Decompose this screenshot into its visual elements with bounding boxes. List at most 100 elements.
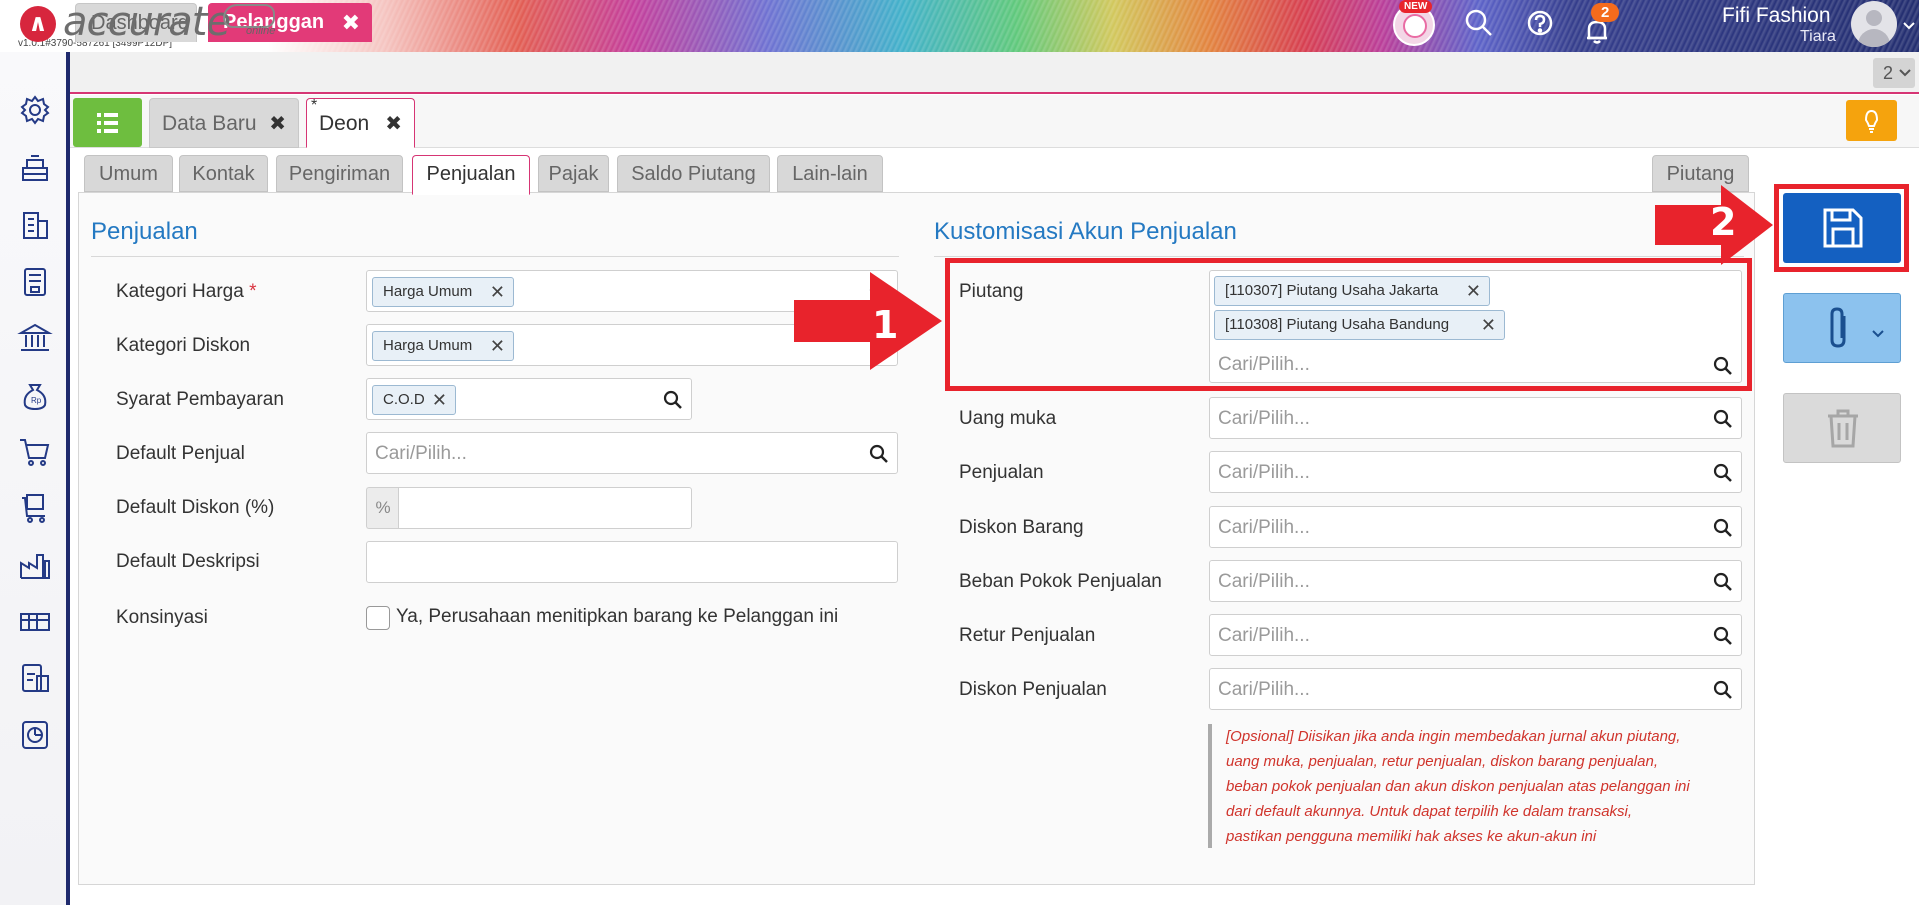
notification-count-badge: 2: [1591, 3, 1620, 22]
label-kategori-harga: Kategori Harga *: [116, 281, 256, 303]
tab-penjualan[interactable]: Penjualan: [412, 155, 530, 195]
chip-harga-umum: Harga Umum ✕: [372, 331, 514, 361]
factory-icon[interactable]: [17, 547, 53, 583]
label-retur-penjualan: Retur Penjualan: [959, 625, 1096, 646]
search-icon[interactable]: [1713, 409, 1733, 429]
tips-button[interactable]: [1846, 100, 1897, 141]
logo-text: accurate: [63, 0, 231, 45]
tab-pajak[interactable]: Pajak: [538, 155, 609, 192]
remove-chip-icon[interactable]: ✕: [490, 332, 505, 360]
annotation-arrow-1: [794, 272, 942, 370]
accurate-logo[interactable]: ∧ accurate online: [18, 0, 288, 50]
divider: [934, 256, 1744, 257]
tax-icon[interactable]: [17, 660, 53, 696]
building-icon[interactable]: [17, 207, 53, 243]
tab-label: Data Baru: [162, 112, 257, 135]
required-marker: *: [249, 281, 257, 302]
konsinyasi-checkbox[interactable]: [366, 606, 390, 630]
delete-button[interactable]: [1783, 393, 1901, 463]
label-konsinyasi: Konsinyasi: [116, 607, 208, 628]
penjualan-field[interactable]: Cari/Pilih...: [1209, 451, 1742, 493]
tab-lain-lain[interactable]: Lain-lain: [777, 155, 883, 192]
user-avatar[interactable]: [1851, 1, 1897, 47]
close-icon[interactable]: ✖: [385, 99, 402, 149]
modified-marker: *: [311, 97, 318, 114]
user-name: Tiara: [1800, 28, 1836, 45]
label-text: Kategori Harga: [116, 281, 244, 302]
default-deskripsi-input[interactable]: [366, 541, 898, 583]
svg-text:Rp: Rp: [31, 396, 42, 405]
logo-online-text: online: [246, 25, 276, 37]
tab-count-value: 2: [1883, 63, 1894, 83]
diskon-penjualan-field[interactable]: Cari/Pilih...: [1209, 668, 1742, 710]
search-icon[interactable]: [1713, 626, 1733, 646]
ledger-icon[interactable]: [17, 264, 53, 300]
warehouse-cart-icon[interactable]: [17, 490, 53, 526]
tab-count-dropdown[interactable]: 2: [1873, 58, 1915, 88]
new-badge: NEW: [1399, 0, 1433, 13]
search-icon[interactable]: [1713, 518, 1733, 538]
label-kategori-diskon: Kategori Diskon: [116, 335, 251, 356]
search-icon[interactable]: [1713, 572, 1733, 592]
search-icon[interactable]: [1462, 6, 1502, 46]
syarat-pembayaran-field[interactable]: C.O.D ✕: [366, 378, 692, 420]
list-icon: [97, 113, 118, 133]
gear-icon[interactable]: [17, 92, 53, 128]
chevron-down-icon: [1872, 330, 1884, 338]
label-default-penjual: Default Penjual: [116, 443, 245, 464]
chevron-down-icon: [1899, 69, 1911, 77]
beban-pokok-penjualan-field[interactable]: Cari/Pilih...: [1209, 560, 1742, 602]
chip-label: Harga Umum: [383, 337, 473, 354]
chevron-down-icon[interactable]: [1902, 18, 1916, 36]
retur-penjualan-field[interactable]: Cari/Pilih...: [1209, 614, 1742, 656]
truck-icon[interactable]: [17, 604, 53, 640]
cart-icon[interactable]: [17, 434, 53, 470]
annotation-number-2: 2: [1710, 200, 1737, 244]
default-penjual-field[interactable]: Cari/Pilih...: [366, 432, 898, 474]
search-icon[interactable]: [1713, 680, 1733, 700]
tab-deon[interactable]: * Deon ✖: [306, 97, 415, 149]
annotation-box-save: [1774, 184, 1909, 272]
logo-mark-icon: ∧: [20, 6, 56, 42]
placeholder: Cari/Pilih...: [1218, 462, 1310, 483]
chip-label: Harga Umum: [383, 283, 473, 300]
placeholder: Cari/Pilih...: [375, 443, 467, 464]
default-diskon-input[interactable]: [398, 487, 692, 529]
label-beban-pokok-penjualan: Beban Pokok Penjualan: [959, 571, 1162, 592]
tab-pengiriman[interactable]: Pengiriman: [276, 155, 403, 192]
label-penjualan: Penjualan: [959, 462, 1044, 483]
money-bag-icon[interactable]: Rp: [17, 377, 53, 413]
lightbulb-icon: [1864, 109, 1879, 133]
bank-icon[interactable]: [17, 320, 53, 356]
remove-chip-icon[interactable]: ✕: [490, 278, 505, 306]
uang-muka-field[interactable]: Cari/Pilih...: [1209, 397, 1742, 439]
note-line: uang muka, penjualan, retur penjualan, d…: [1226, 753, 1658, 770]
attachment-button[interactable]: [1783, 293, 1901, 363]
placeholder: Cari/Pilih...: [1218, 679, 1310, 700]
help-icon[interactable]: [1523, 6, 1563, 46]
cash-register-icon[interactable]: [17, 150, 53, 186]
report-icon[interactable]: [17, 717, 53, 753]
label-syarat-pembayaran: Syarat Pembayaran: [116, 389, 284, 410]
chip-cod: C.O.D ✕: [372, 385, 456, 415]
diskon-barang-field[interactable]: Cari/Pilih...: [1209, 506, 1742, 548]
placeholder: Cari/Pilih...: [1218, 571, 1310, 592]
search-icon[interactable]: [663, 390, 683, 410]
remove-chip-icon[interactable]: ✕: [432, 386, 447, 414]
annotation-number-1: 1: [872, 303, 899, 347]
chip-label: C.O.D: [383, 391, 425, 408]
tab-umum[interactable]: Umum: [84, 155, 173, 192]
close-icon[interactable]: ✖: [342, 3, 360, 42]
placeholder: Cari/Pilih...: [1218, 517, 1310, 538]
tab-data-baru[interactable]: Data Baru ✖: [149, 98, 299, 148]
search-icon[interactable]: [869, 444, 889, 464]
search-icon[interactable]: [1713, 463, 1733, 483]
divider: [91, 256, 899, 257]
close-icon[interactable]: ✖: [269, 99, 286, 149]
tab-kontak[interactable]: Kontak: [179, 155, 268, 192]
tab-saldo-piutang[interactable]: Saldo Piutang: [617, 155, 770, 192]
placeholder: Cari/Pilih...: [1218, 625, 1310, 646]
list-view-button[interactable]: [73, 98, 142, 147]
user-company-name[interactable]: Fifi Fashion: [1722, 4, 1831, 28]
konsinyasi-checkbox-label[interactable]: Ya, Perusahaan menitipkan barang ke Pela…: [396, 606, 838, 628]
